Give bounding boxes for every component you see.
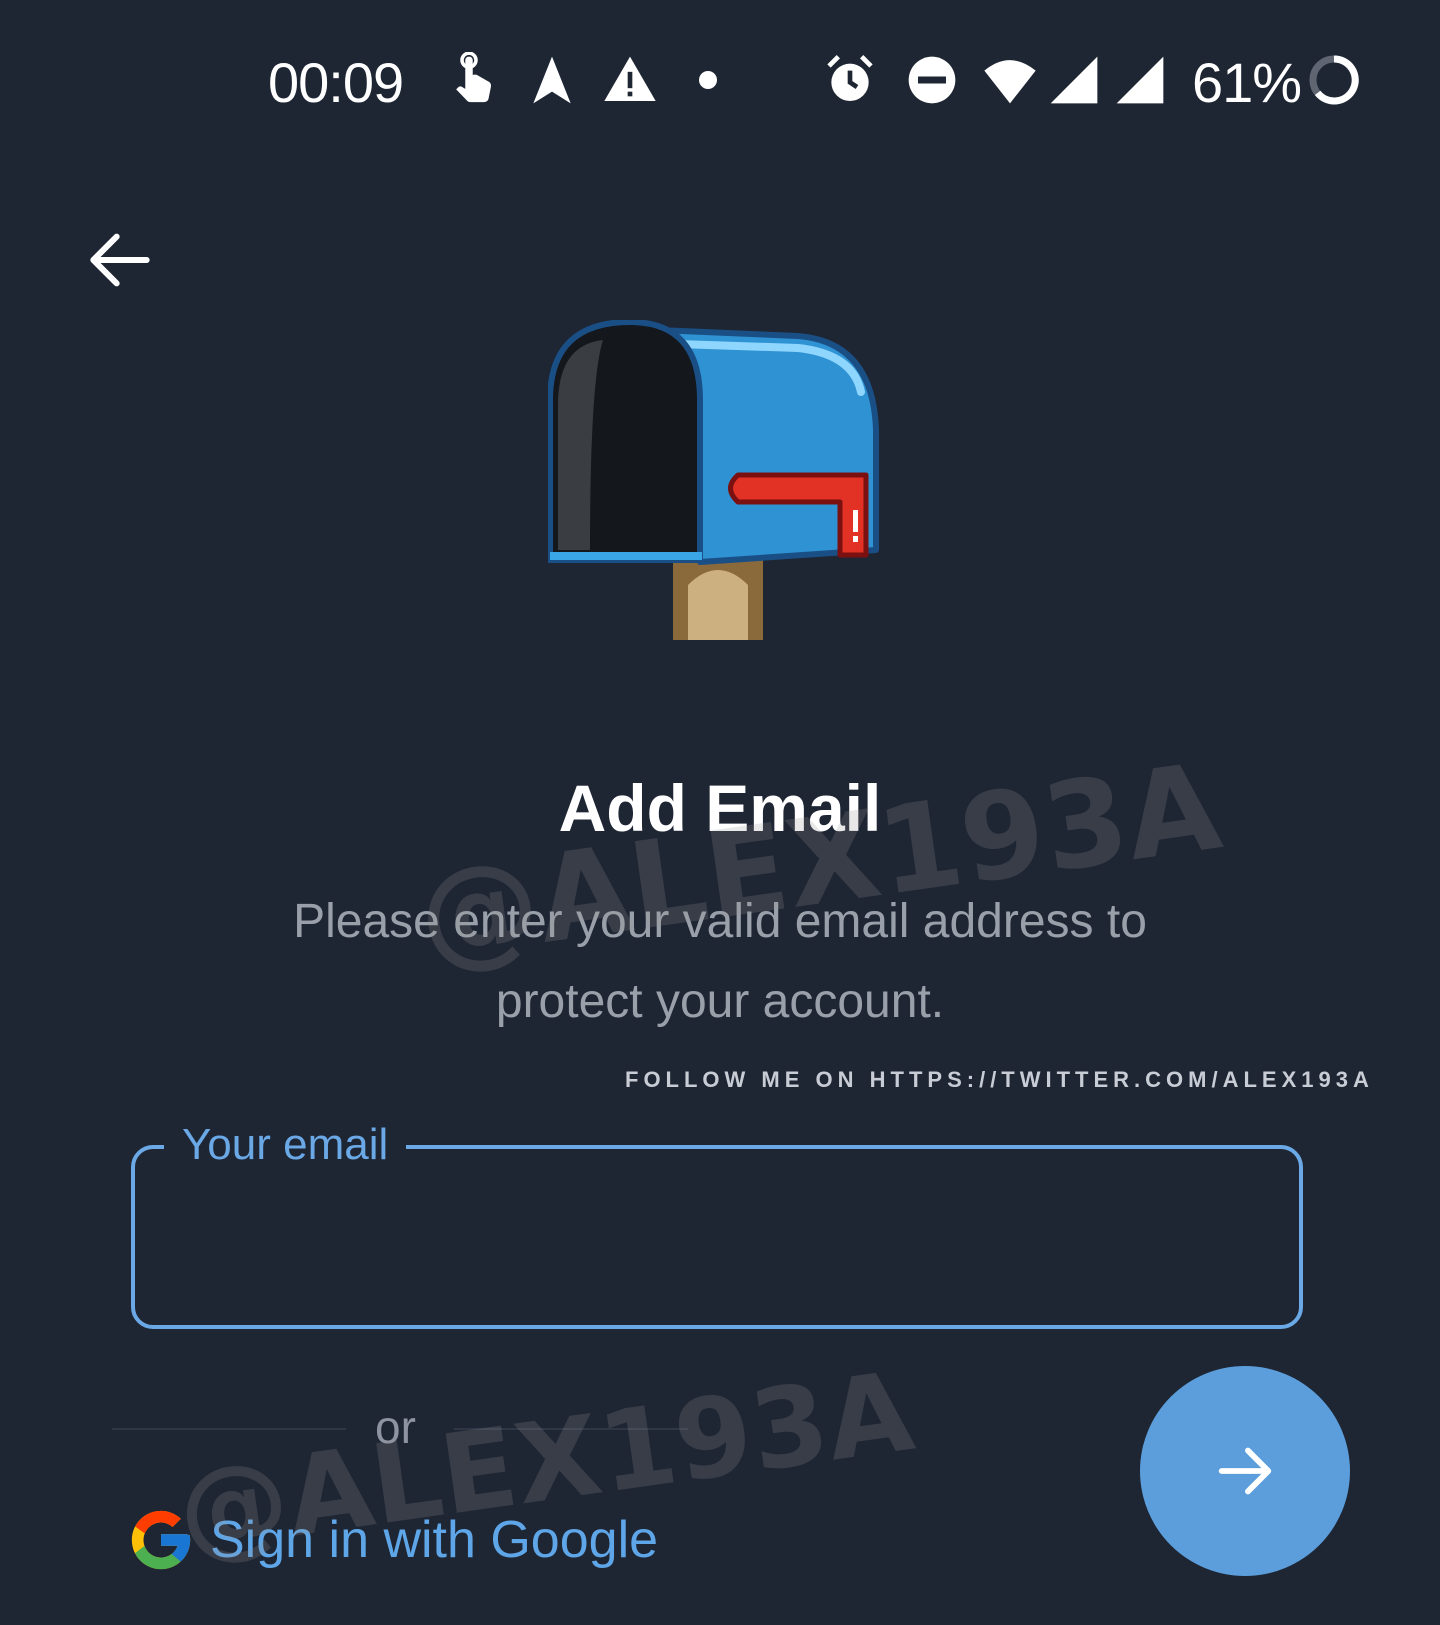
arrow-left-icon — [90, 233, 150, 287]
email-input[interactable] — [175, 1189, 1259, 1291]
navigation-icon — [524, 52, 580, 108]
touch-icon — [448, 52, 504, 108]
signal-icon — [1112, 52, 1168, 108]
mailbox-icon — [548, 320, 898, 670]
watermark-follow-text: FOLLOW ME ON HTTPS://TWITTER.COM/ALEX193… — [625, 1067, 1374, 1092]
battery-percentage: 61% — [1192, 51, 1302, 114]
status-bar: 00:09 61% — [0, 0, 1440, 170]
arrow-right-icon — [1218, 1447, 1272, 1495]
email-field[interactable] — [131, 1145, 1303, 1329]
email-field-label: Your email — [164, 1120, 407, 1170]
back-button[interactable] — [80, 220, 160, 300]
dot-icon — [696, 52, 720, 108]
do-not-disturb-icon — [904, 52, 960, 108]
alarm-icon — [822, 52, 878, 108]
status-time: 00:09 — [268, 51, 404, 114]
battery-ring-icon — [1306, 52, 1362, 108]
next-button[interactable] — [1140, 1366, 1350, 1576]
wifi-icon — [982, 52, 1038, 108]
signal-icon — [1046, 52, 1102, 108]
warning-icon — [602, 52, 658, 108]
